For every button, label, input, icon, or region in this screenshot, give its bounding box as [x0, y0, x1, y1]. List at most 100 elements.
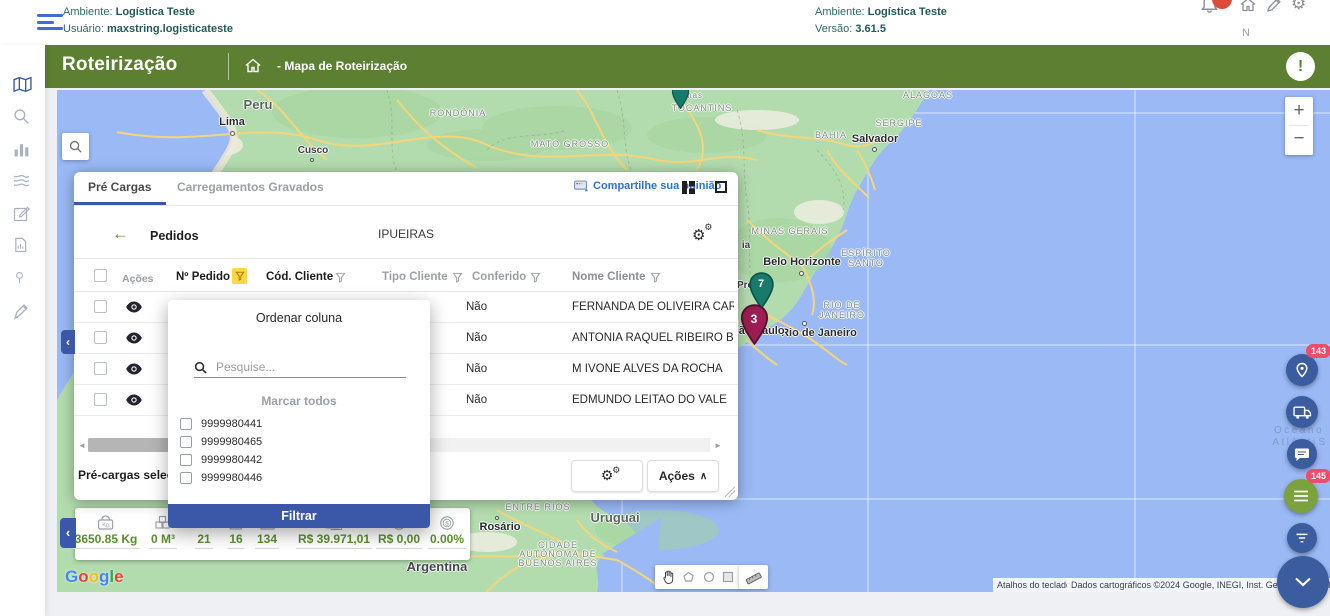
maximize-icon[interactable]: [715, 181, 727, 193]
sidebar-item-reports[interactable]: [13, 141, 32, 160]
usuario-value: maxstring.logisticateste: [107, 23, 233, 35]
view-eye-icon[interactable]: [126, 393, 142, 411]
settings-button[interactable]: ⚙⚙: [571, 460, 643, 492]
sidebar-item-edit[interactable]: [13, 205, 32, 224]
filter-search-input[interactable]: [214, 359, 388, 375]
scroll-right-arrow[interactable]: ►: [714, 441, 722, 450]
draw-rectangle-icon[interactable]: [722, 571, 734, 583]
home-shortcut-icon[interactable]: [1240, 0, 1256, 17]
share-feedback-label: Compartilhe sua opinião: [593, 180, 721, 192]
filter-option[interactable]: 9999980442: [180, 454, 262, 466]
search-icon: [194, 361, 207, 374]
option-checkbox[interactable]: [180, 454, 192, 466]
tab-carregamentos-gravados[interactable]: Carregamentos Gravados: [177, 180, 324, 194]
ruler-icon: [745, 570, 762, 585]
zoom-in-button[interactable]: +: [1285, 97, 1313, 125]
acoes-button[interactable]: Ações ∧: [647, 460, 719, 492]
svg-text:Kg: Kg: [103, 523, 110, 529]
chat-icon: [1294, 447, 1310, 462]
locations-badge: 143: [1306, 344, 1330, 358]
map-label-lima: Lima: [219, 116, 245, 128]
fab-list[interactable]: [1284, 479, 1318, 513]
conferido-filter-icon[interactable]: [530, 272, 541, 283]
panel-resize-handle[interactable]: [725, 487, 735, 497]
chevron-down-icon: [1294, 577, 1312, 587]
hamburger-menu-icon[interactable]: [37, 14, 63, 34]
keyboard-shortcuts-link[interactable]: Atalhos do teclado: [993, 578, 1075, 592]
row-checkbox[interactable]: [94, 331, 107, 344]
sidebar-item-document[interactable]: [13, 237, 32, 256]
usuario-label: Usuário:: [63, 23, 104, 35]
conferido-cell: Não: [466, 332, 487, 344]
map-search-box[interactable]: [62, 133, 89, 160]
pan-hand-icon[interactable]: [662, 570, 675, 584]
filter-option[interactable]: 9999980446: [180, 472, 262, 484]
row-checkbox[interactable]: [94, 393, 107, 406]
cod-cliente-filter-icon[interactable]: [335, 272, 346, 283]
view-eye-icon[interactable]: [126, 362, 142, 380]
google-letter: G: [65, 567, 78, 586]
column-cod-cliente[interactable]: Cód. Cliente: [266, 271, 333, 283]
fab-locations[interactable]: [1286, 354, 1318, 386]
scroll-left-arrow[interactable]: ◄: [78, 441, 86, 450]
panel-divider: [74, 258, 738, 259]
tab-pre-cargas[interactable]: Pré Cargas: [88, 180, 151, 194]
breadcrumb: - Mapa de Roteirização: [277, 59, 407, 73]
filter-option[interactable]: 9999980441: [180, 418, 262, 430]
option-checkbox[interactable]: [180, 418, 192, 430]
fab-truck[interactable]: [1286, 396, 1318, 428]
draw-circle-icon[interactable]: [703, 571, 715, 583]
back-button[interactable]: ←: [112, 224, 129, 244]
pedido-filter-active-icon[interactable]: [232, 268, 247, 284]
option-checkbox[interactable]: [180, 436, 192, 448]
column-tipo-cliente[interactable]: Tipo Cliente: [382, 271, 448, 283]
sidebar-item-flows[interactable]: [13, 173, 32, 192]
map-label-peru: Peru: [244, 97, 273, 112]
column-pedido[interactable]: Nº Pedido: [176, 271, 230, 283]
filter-option[interactable]: 9999980465: [180, 436, 262, 448]
lima-dot: [230, 131, 235, 136]
user-initial[interactable]: N: [1242, 27, 1250, 39]
alert-button[interactable]: !: [1286, 52, 1315, 81]
option-label: 9999980442: [201, 454, 262, 466]
stats-collapse-button[interactable]: ‹: [60, 518, 76, 548]
zoom-out-button[interactable]: −: [1285, 126, 1313, 154]
view-eye-icon[interactable]: [126, 300, 142, 318]
gear-icon[interactable]: ⚙: [1291, 0, 1306, 14]
fab-filter[interactable]: [1287, 523, 1317, 553]
ambiente2-label: Ambiente:: [815, 6, 865, 18]
dashboard-view-icon[interactable]: [682, 181, 695, 199]
map-label-brasilia-fragment: ia: [742, 240, 750, 251]
tipo-cliente-filter-icon[interactable]: [452, 272, 463, 283]
row-checkbox[interactable]: [94, 362, 107, 375]
fab-chat[interactable]: [1287, 439, 1317, 469]
sidebar-item-pin[interactable]: [13, 271, 32, 290]
pencil-icon[interactable]: [1267, 0, 1282, 17]
option-checkbox[interactable]: [180, 472, 192, 484]
row-checkbox[interactable]: [94, 300, 107, 313]
draw-polygon-icon[interactable]: [682, 571, 695, 583]
panel-collapse-button[interactable]: ‹: [61, 330, 75, 354]
table-settings-icon[interactable]: ⚙⚙: [692, 226, 705, 244]
sidebar-item-tools[interactable]: [13, 303, 32, 322]
column-conferido[interactable]: Conferido: [472, 271, 526, 283]
fab-expand[interactable]: [1277, 556, 1329, 608]
sidebar-item-search[interactable]: [13, 108, 32, 127]
map-pin-palmas[interactable]: [671, 90, 690, 109]
filtrar-button[interactable]: Filtrar: [168, 504, 430, 528]
top-header-bar: Ambiente: Logística Teste Usuário: maxst…: [0, 0, 1330, 45]
breadcrumb-home-icon[interactable]: [245, 58, 261, 78]
nome-cliente-filter-icon[interactable]: [650, 272, 661, 283]
ambiente2-value: Logística Teste: [868, 6, 947, 18]
select-all-label[interactable]: Marcar todos: [168, 394, 430, 408]
measure-ruler-button[interactable]: [739, 565, 768, 589]
select-all-checkbox[interactable]: [94, 269, 107, 282]
option-label: 9999980446: [201, 472, 262, 484]
module-navbar: Roteirização - Mapa de Roteirização !: [45, 45, 1330, 88]
share-feedback-link[interactable]: Compartilhe sua opinião: [574, 180, 721, 192]
view-eye-icon[interactable]: [126, 331, 142, 349]
pedidos-title: Pedidos: [150, 229, 199, 243]
pin-7-count: 7: [758, 278, 764, 290]
column-nome-cliente[interactable]: Nome Cliente: [572, 271, 646, 283]
sidebar-item-map[interactable]: [13, 76, 32, 95]
